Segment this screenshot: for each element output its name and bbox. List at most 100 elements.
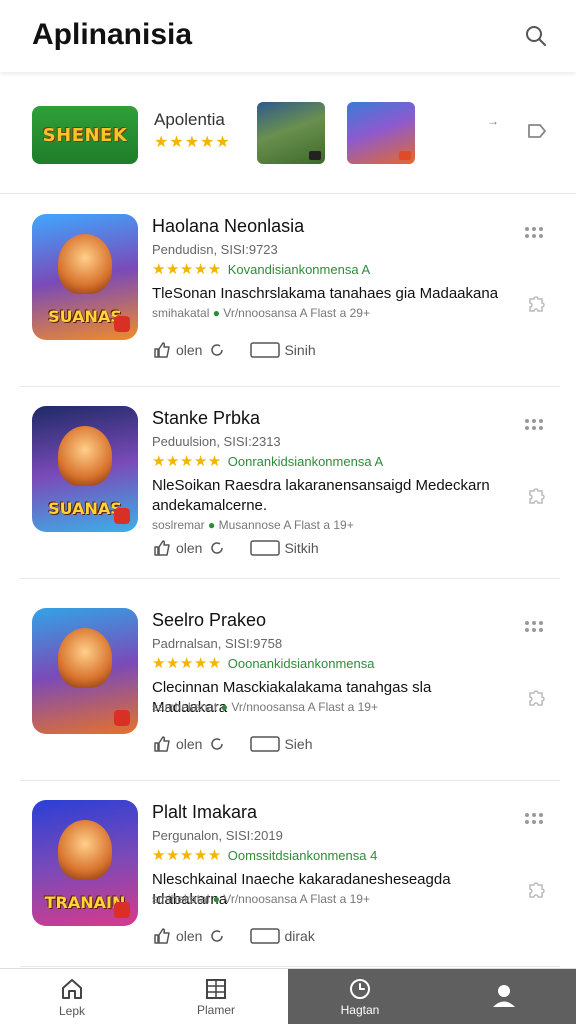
item-meta: samhekanat ● Vr/nnoosansa A Flast a 19+ [152, 700, 378, 714]
screen-icon [250, 736, 281, 752]
icon-badge [114, 902, 130, 918]
rating-stars: ★★★★★ [152, 261, 222, 278]
item-divider [20, 966, 560, 967]
icon-badge [114, 316, 130, 332]
thumbs-up-icon [154, 928, 170, 944]
puzzle-icon[interactable] [524, 688, 546, 710]
nav-home[interactable]: Lepk [0, 969, 144, 1024]
item-title[interactable]: Seelro Prakeo [152, 610, 266, 631]
leaf-icon: ● [212, 306, 224, 320]
app-header: Aplinanisia [0, 0, 576, 72]
icon-badge [114, 710, 130, 726]
rating-stars: ★★★★★ [152, 655, 222, 672]
profile-icon [493, 985, 515, 1007]
thumbs-up-icon [154, 540, 170, 556]
share-button[interactable]: Sinih [250, 341, 316, 359]
character-art [58, 234, 112, 294]
list-item[interactable]: SUANAS Stanke Prbka Peduulsion, SISI:231… [0, 386, 576, 579]
search-button[interactable] [518, 18, 554, 54]
featured-section: SHENEK Apolentia ★★★★★ → [0, 84, 576, 194]
item-title[interactable]: Haolana Neonlasia [152, 216, 304, 237]
featured-thumbnail[interactable] [347, 102, 415, 164]
share-label: Sinih [284, 342, 316, 358]
screen-icon [250, 540, 281, 556]
share-button[interactable]: Sitkih [250, 539, 319, 557]
thumbs-up-icon [154, 736, 170, 752]
home-icon [62, 979, 82, 999]
refresh-icon [211, 930, 224, 942]
like-label: olen [176, 342, 203, 358]
thumbnail-badge [399, 151, 411, 160]
item-subtitle: Pergunalon, SISI:2019 [152, 828, 283, 843]
item-meta: soslremar ● Musannose A Flast a 19+ [152, 518, 354, 532]
meta-label: smihekatal [152, 892, 210, 906]
screen-icon [250, 928, 281, 944]
rating-text: Ooonankidsiankonmensa [227, 655, 375, 671]
rating-text: Oomssitdsiankonmensa 4 [227, 847, 378, 863]
share-label: dirak [284, 928, 315, 944]
item-subtitle: Pendudisn, SISI:9723 [152, 242, 278, 257]
like-button[interactable]: olen [152, 734, 230, 754]
item-meta: smihekatal ● Vr/nnoosansa A Flast a 19+ [152, 892, 370, 906]
nav-profile[interactable] [432, 969, 576, 1024]
featured-name[interactable]: Apolentia [154, 110, 225, 130]
leaf-icon: ● [220, 700, 232, 714]
search-icon [526, 26, 546, 46]
list-item[interactable]: Seelro Prakeo Padrnalsan, SISI:9758 ★★★★… [0, 588, 576, 781]
app-icon[interactable]: SUANAS [32, 214, 138, 340]
meta-extra: Musannose A Flast a 19+ [218, 518, 354, 532]
refresh-icon [211, 738, 224, 750]
clock-icon [350, 979, 370, 999]
more-options-button[interactable] [522, 222, 546, 242]
rating-stars: ★★★★★ [152, 847, 222, 864]
leaf-icon: ● [208, 518, 219, 532]
item-subtitle: Peduulsion, SISI:2313 [152, 434, 281, 449]
character-art [58, 820, 112, 880]
like-button[interactable]: olen [152, 538, 230, 558]
item-rating: ★★★★★ Oomssitdsiankonmensa 4 [152, 846, 377, 864]
list-item[interactable]: SUANAS Haolana Neonlasia Pendudisn, SISI… [0, 194, 576, 387]
app-title: Aplinanisia [32, 18, 193, 51]
like-button[interactable]: olen [152, 926, 230, 946]
thumbs-up-icon [154, 342, 170, 358]
app-icon-word: SUANAS [48, 307, 122, 326]
featured-logo-text: SHENEK [42, 124, 128, 146]
nav-history[interactable]: Hagtan [288, 969, 432, 1024]
more-options-button[interactable] [522, 414, 546, 434]
featured-arrow[interactable]: → [487, 114, 499, 128]
app-icon[interactable]: SUANAS [32, 406, 138, 532]
icon-badge [114, 508, 130, 524]
app-icon-word: SUANAS [48, 499, 122, 518]
item-title[interactable]: Plalt Imakara [152, 802, 257, 823]
item-actions: olen Sieh [152, 734, 333, 754]
item-title[interactable]: Stanke Prbka [152, 408, 260, 429]
rating-stars: ★★★★★ [152, 453, 222, 470]
puzzle-icon[interactable] [524, 486, 546, 508]
more-options-button[interactable] [522, 616, 546, 636]
like-button[interactable]: olen [152, 340, 230, 360]
share-label: Sieh [284, 736, 313, 752]
character-art [58, 426, 112, 486]
featured-logo[interactable]: SHENEK [32, 106, 138, 164]
rating-text: Kovandisiankonmensa A [227, 261, 371, 277]
share-button[interactable]: dirak [250, 927, 315, 945]
item-description: NleSoikan Raesdra lakaranensansaigd Mede… [152, 477, 490, 514]
like-label: olen [176, 540, 203, 556]
character-art [58, 628, 112, 688]
thumbnail-badge [309, 151, 321, 160]
tag-icon[interactable] [526, 120, 548, 142]
featured-stars: ★★★★★ [154, 134, 231, 151]
featured-thumbnail[interactable] [257, 102, 325, 164]
like-label: olen [176, 928, 203, 944]
share-button[interactable]: Sieh [250, 735, 313, 753]
list-item[interactable]: TRANAIN Plalt Imakara Pergunalon, SISI:2… [0, 780, 576, 970]
meta-label: samhekanat [152, 700, 218, 714]
more-options-button[interactable] [522, 808, 546, 828]
puzzle-icon[interactable] [524, 294, 546, 316]
item-rating: ★★★★★ Oonrankidsiankonmensa A [152, 452, 383, 470]
app-icon[interactable] [32, 608, 138, 734]
app-icon[interactable]: TRANAIN [32, 800, 138, 926]
nav-grid[interactable]: Plamer [144, 969, 288, 1024]
share-label: Sitkih [284, 540, 319, 556]
puzzle-icon[interactable] [524, 880, 546, 902]
